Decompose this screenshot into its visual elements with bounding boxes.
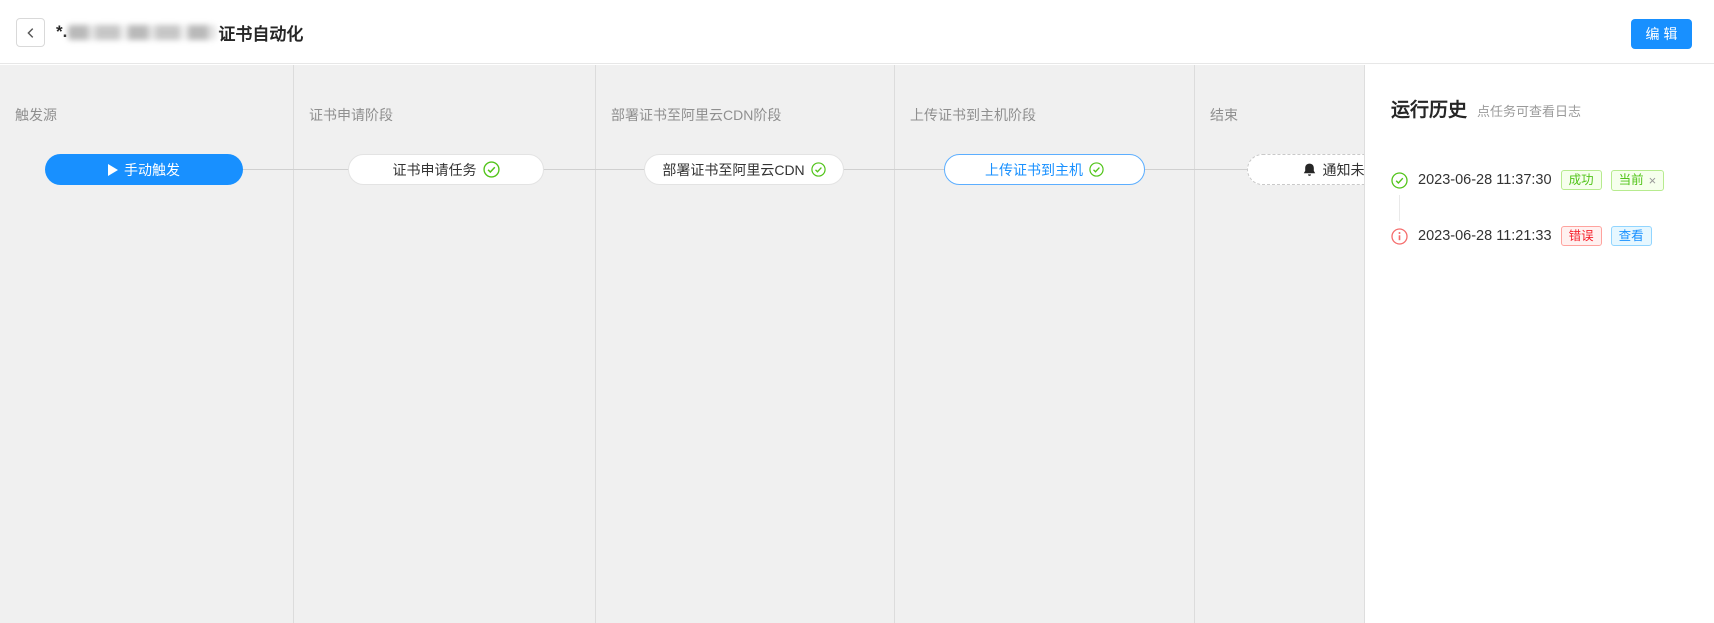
view-log-button[interactable]: 查看 [1611, 226, 1652, 247]
run-history-hint: 点任务可查看日志 [1477, 101, 1581, 120]
stage-column-upload-host: 上传证书到主机阶段 [895, 65, 1195, 623]
redacted-domain [68, 25, 216, 40]
current-badge-label: 当前 [1619, 174, 1644, 187]
run-history-header: 运行历史 点任务可查看日志 [1391, 95, 1714, 122]
stage-label: 证书申请阶段 [309, 105, 595, 125]
task-label: 手动触发 [124, 160, 180, 180]
check-circle-icon [483, 161, 500, 178]
run-timestamp: 2023-06-28 11:21:33 [1418, 228, 1552, 244]
run-timestamp: 2023-06-28 11:37:30 [1418, 172, 1552, 188]
run-history-panel: 运行历史 点任务可查看日志 2023-06-28 11:37:30 成功 当前 … [1364, 65, 1714, 623]
stage-label: 触发源 [15, 105, 293, 125]
info-circle-icon [1391, 228, 1408, 245]
status-badge-success: 成功 [1561, 170, 1602, 191]
current-badge: 当前 × [1611, 170, 1665, 191]
stage-column-deploy-cdn: 部署证书至阿里云CDN阶段 [596, 65, 895, 623]
play-icon [108, 164, 118, 176]
stage-column-cert-request: 证书申请阶段 [294, 65, 596, 623]
check-circle-icon [1089, 162, 1104, 177]
check-circle-icon [811, 162, 826, 177]
timeline-connector [1399, 195, 1400, 221]
title-prefix: *. [56, 22, 67, 42]
task-deploy-cdn[interactable]: 部署证书至阿里云CDN [644, 154, 844, 185]
task-label: 证书申请任务 [393, 160, 477, 180]
manual-trigger-button[interactable]: 手动触发 [45, 154, 243, 185]
edit-button[interactable]: 编 辑 [1631, 19, 1692, 49]
page-header: *. 证书自动化 编 辑 [0, 0, 1714, 64]
task-cert-request[interactable]: 证书申请任务 [348, 154, 544, 185]
task-upload-host[interactable]: 上传证书到主机 [944, 154, 1145, 185]
run-history-list: 2023-06-28 11:37:30 成功 当前 × 2023-06-28 1… [1391, 168, 1714, 248]
chevron-left-icon [24, 26, 38, 40]
status-badge-error: 错误 [1561, 226, 1602, 247]
title-suffix: 证书自动化 [218, 20, 303, 45]
bell-icon [1302, 162, 1317, 178]
page-title: *. 证书自动化 [56, 0, 303, 64]
history-entry-error[interactable]: 2023-06-28 11:21:33 错误 查看 [1391, 224, 1714, 248]
task-label: 部署证书至阿里云CDN [662, 160, 804, 180]
run-history-title: 运行历史 [1391, 95, 1467, 122]
stage-label: 上传证书到主机阶段 [910, 105, 1194, 125]
task-label: 上传证书到主机 [985, 160, 1083, 180]
check-circle-icon [1391, 172, 1408, 189]
stage-label: 部署证书至阿里云CDN阶段 [611, 105, 894, 125]
close-icon[interactable]: × [1649, 174, 1657, 187]
history-entry-success[interactable]: 2023-06-28 11:37:30 成功 当前 × [1391, 168, 1714, 192]
back-button[interactable] [16, 18, 45, 47]
stage-column-trigger: 触发源 [0, 65, 294, 623]
